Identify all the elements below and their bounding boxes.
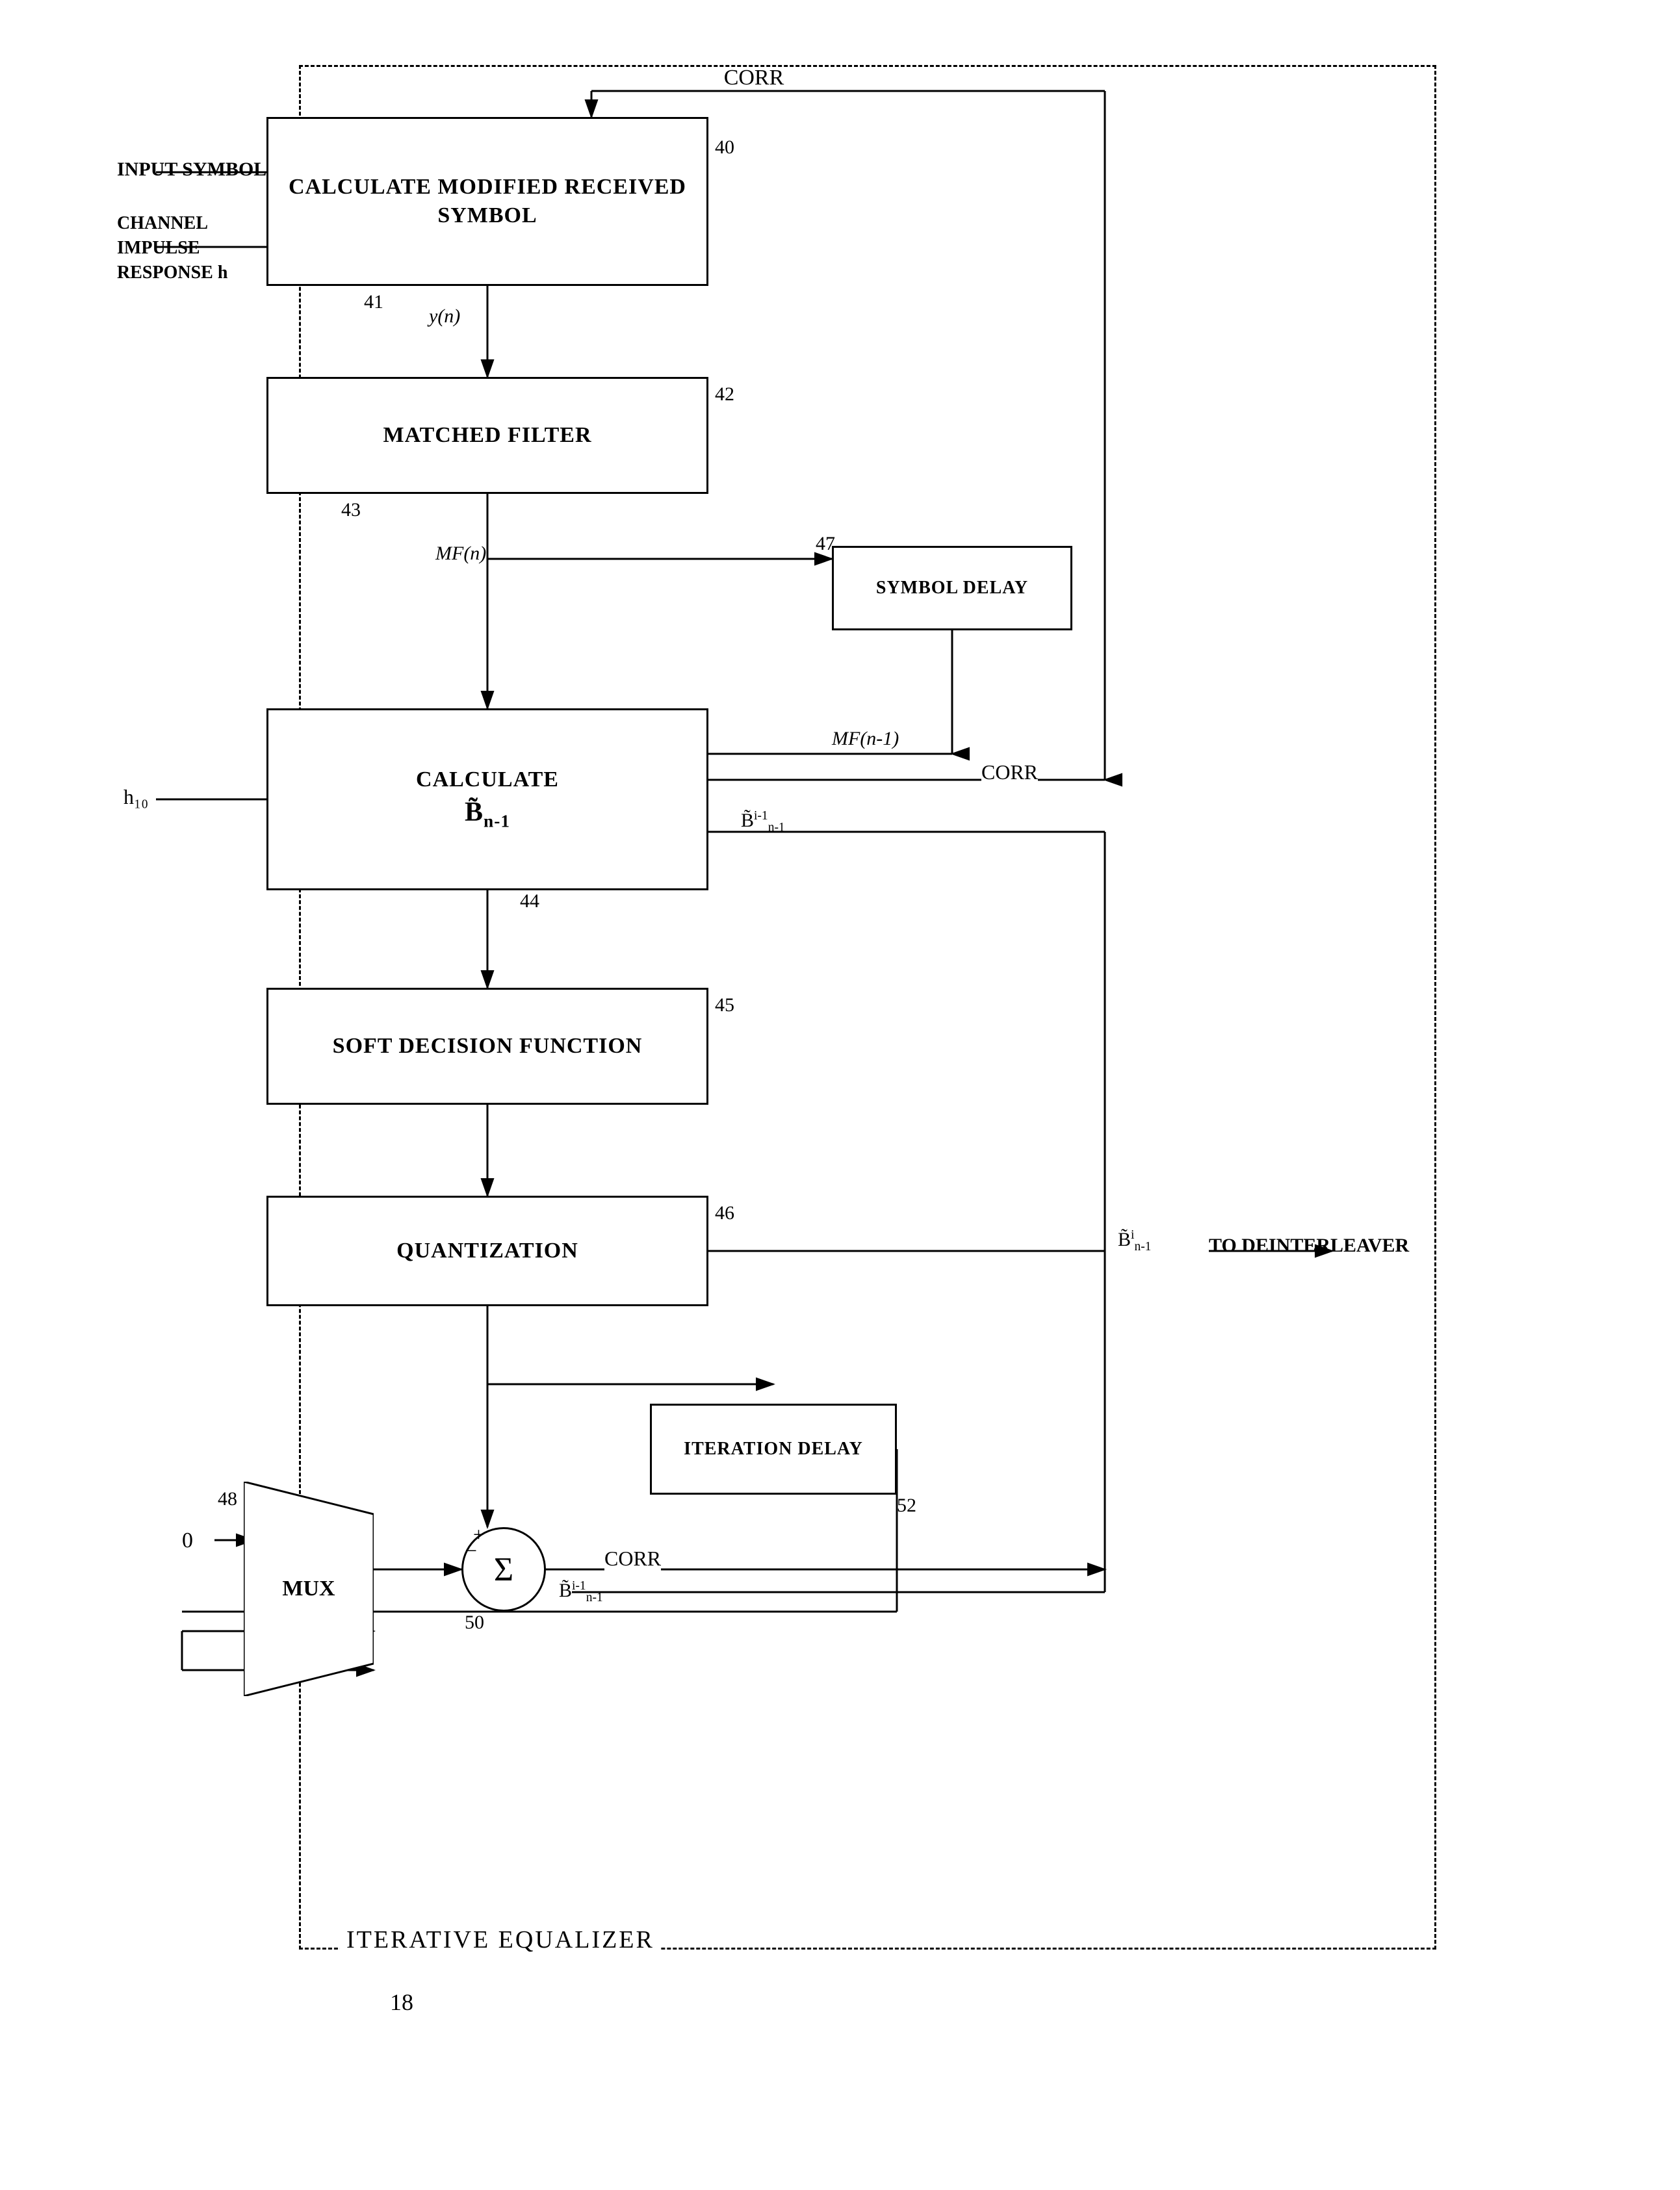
label-41: 41 <box>364 291 383 313</box>
h10-label: h₁₀ <box>123 785 148 809</box>
yn-label: y(n) <box>429 305 460 328</box>
minus-sign: − <box>466 1540 477 1562</box>
zero-input-label: 0 <box>182 1528 193 1553</box>
label-42: 42 <box>715 383 734 406</box>
b-tilde-output-label: B̃in-1 <box>1118 1228 1151 1254</box>
label-47: 47 <box>816 533 835 555</box>
label-46: 46 <box>715 1202 734 1224</box>
block-calculate-modified: CALCULATE MODIFIED RECEIVED SYMBOL <box>266 117 708 286</box>
label-40: 40 <box>715 136 734 159</box>
svg-text:MUX: MUX <box>282 1577 335 1601</box>
block-matched-filter: MATCHED FILTER <box>266 377 708 494</box>
block-calculate-b: CALCULATE B̃n-1 <box>266 708 708 890</box>
label-45: 45 <box>715 994 734 1016</box>
b-tilde-bot-label: B̃i-1n-1 <box>559 1579 603 1605</box>
block-mux-svg: MUX <box>244 1482 374 1696</box>
diagram-container: ITERATIVE EQUALIZER CORR <box>117 52 1547 2067</box>
block-soft-decision: SOFT DECISION FUNCTION <box>266 988 708 1105</box>
input-symbol-label: INPUT SYMBOL <box>117 156 266 183</box>
label-52: 52 <box>897 1495 916 1517</box>
label-44: 44 <box>520 890 539 912</box>
mfn1-label: MF(n-1) <box>832 728 899 750</box>
corr-mid-label: CORR <box>981 760 1038 784</box>
corr-bot-label: CORR <box>604 1547 661 1571</box>
block-iteration-delay: ITERATION DELAY <box>650 1404 897 1495</box>
block-quantization: QUANTIZATION <box>266 1196 708 1306</box>
to-deinterleaver-label: TO DEINTERLEAVER <box>1209 1235 1409 1257</box>
block-symbol-delay: SYMBOL DELAY <box>832 546 1072 630</box>
b-tilde-feedback-label: B̃i-1n-1 <box>741 809 785 835</box>
svg-text:CORR: CORR <box>724 66 784 90</box>
label-50: 50 <box>465 1612 484 1634</box>
label-43: 43 <box>341 499 361 521</box>
mfn-label: MF(n) <box>435 543 486 565</box>
label-48: 48 <box>218 1488 237 1510</box>
diagram-number-18: 18 <box>390 1989 413 2016</box>
channel-impulse-label: CHANNEL IMPULSE RESPONSE h <box>117 211 273 285</box>
